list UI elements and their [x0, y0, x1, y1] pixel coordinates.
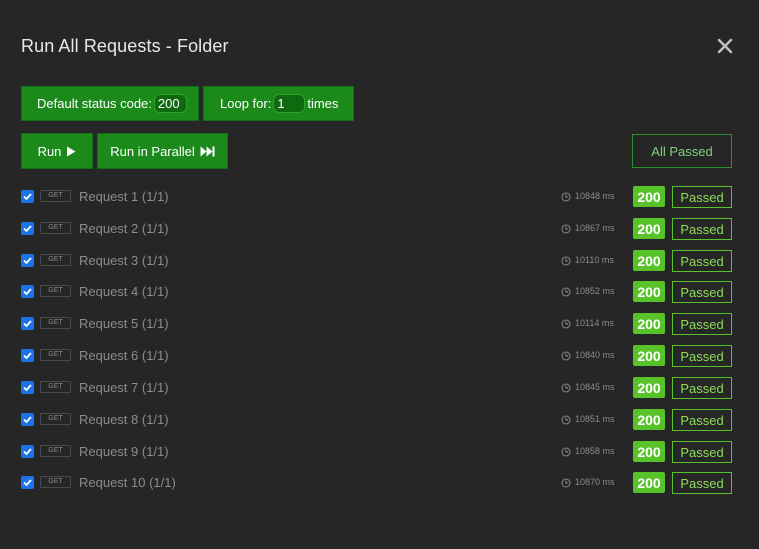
request-checkbox[interactable]	[21, 254, 34, 267]
request-checkbox[interactable]	[21, 445, 34, 458]
clock-icon	[561, 256, 571, 266]
request-row: GET Request 3 (1/1) 10110 ms 200 Passed	[0, 249, 759, 273]
method-badge: GET	[40, 222, 71, 234]
run-button[interactable]: Run	[21, 133, 93, 169]
response-time: 10852 ms	[575, 286, 615, 296]
status-code-badge: 200	[633, 472, 665, 493]
fast-forward-icon	[200, 146, 215, 156]
result-badge: Passed	[672, 441, 732, 463]
request-checkbox[interactable]	[21, 222, 34, 235]
clock-icon	[561, 287, 571, 297]
method-badge: GET	[40, 413, 71, 425]
status-code-badge: 200	[633, 250, 665, 271]
request-checkbox[interactable]	[21, 317, 34, 330]
status-code-badge: 200	[633, 377, 665, 398]
response-time: 10870 ms	[575, 477, 615, 487]
dialog-title: Run All Requests - Folder	[21, 36, 229, 56]
response-time: 10867 ms	[575, 223, 615, 233]
loop-count-input[interactable]	[273, 94, 306, 113]
loop-control: Loop for: times	[203, 86, 354, 121]
request-row: GET Request 7 (1/1) 10845 ms 200 Passed	[0, 376, 759, 400]
request-checkbox[interactable]	[21, 381, 34, 394]
clock-icon	[561, 383, 571, 393]
request-row: GET Request 2 (1/1) 10867 ms 200 Passed	[0, 217, 759, 241]
request-checkbox[interactable]	[21, 349, 34, 362]
method-badge: GET	[40, 445, 71, 457]
method-badge: GET	[40, 476, 71, 488]
status-code-badge: 200	[633, 313, 665, 334]
request-row: GET Request 8 (1/1) 10851 ms 200 Passed	[0, 408, 759, 432]
request-checkbox[interactable]	[21, 285, 34, 298]
response-time: 10848 ms	[575, 191, 615, 201]
close-icon[interactable]	[716, 37, 734, 55]
clock-icon	[561, 351, 571, 361]
request-row: GET Request 9 (1/1) 10858 ms 200 Passed	[0, 440, 759, 464]
request-name[interactable]: Request 9 (1/1)	[79, 444, 169, 459]
loop-suffix: times	[307, 96, 339, 111]
result-badge: Passed	[672, 409, 732, 431]
clock-icon	[561, 319, 571, 329]
status-code-badge: 200	[633, 218, 665, 239]
request-name[interactable]: Request 1 (1/1)	[79, 189, 169, 204]
request-checkbox[interactable]	[21, 476, 34, 489]
request-name[interactable]: Request 3 (1/1)	[79, 253, 169, 268]
request-name[interactable]: Request 2 (1/1)	[79, 221, 169, 236]
summary-status: All Passed	[632, 134, 732, 168]
request-row: GET Request 1 (1/1) 10848 ms 200 Passed	[0, 185, 759, 209]
response-time: 10851 ms	[575, 414, 615, 424]
status-code-badge: 200	[633, 441, 665, 462]
status-code-badge: 200	[633, 281, 665, 302]
clock-icon	[561, 415, 571, 425]
default-status-code-control: Default status code:	[21, 86, 199, 121]
status-code-input[interactable]	[153, 94, 187, 113]
method-badge: GET	[40, 381, 71, 393]
request-checkbox[interactable]	[21, 190, 34, 203]
clock-icon	[561, 447, 571, 457]
result-badge: Passed	[672, 472, 732, 494]
request-name[interactable]: Request 5 (1/1)	[79, 316, 169, 331]
request-name[interactable]: Request 6 (1/1)	[79, 348, 169, 363]
response-time: 10840 ms	[575, 350, 615, 360]
response-time: 10845 ms	[575, 382, 615, 392]
request-row: GET Request 4 (1/1) 10852 ms 200 Passed	[0, 280, 759, 304]
method-badge: GET	[40, 317, 71, 329]
run-in-parallel-button[interactable]: Run in Parallel	[97, 133, 228, 169]
request-row: GET Request 6 (1/1) 10840 ms 200 Passed	[0, 344, 759, 368]
request-row: GET Request 10 (1/1) 10870 ms 200 Passed	[0, 471, 759, 495]
request-row: GET Request 5 (1/1) 10114 ms 200 Passed	[0, 312, 759, 336]
method-badge: GET	[40, 349, 71, 361]
play-icon	[67, 146, 76, 156]
run-in-parallel-label: Run in Parallel	[110, 143, 195, 159]
result-badge: Passed	[672, 377, 732, 399]
clock-icon	[561, 224, 571, 234]
response-time: 10110 ms	[575, 255, 614, 265]
request-name[interactable]: Request 8 (1/1)	[79, 412, 169, 427]
clock-icon	[561, 478, 571, 488]
run-label: Run	[37, 143, 62, 159]
method-badge: GET	[40, 190, 71, 202]
status-code-badge: 200	[633, 345, 665, 366]
status-code-badge: 200	[633, 186, 665, 207]
request-name[interactable]: Request 7 (1/1)	[79, 380, 169, 395]
status-code-badge: 200	[633, 409, 665, 430]
default-status-code-label: Default status code:	[37, 96, 152, 111]
method-badge: GET	[40, 285, 71, 297]
method-badge: GET	[40, 254, 71, 266]
result-badge: Passed	[672, 345, 732, 367]
result-badge: Passed	[672, 218, 732, 240]
result-badge: Passed	[672, 250, 732, 272]
response-time: 10858 ms	[575, 446, 615, 456]
result-badge: Passed	[672, 186, 732, 208]
request-name[interactable]: Request 10 (1/1)	[79, 475, 176, 490]
result-badge: Passed	[672, 281, 732, 303]
loop-label: Loop for:	[220, 96, 272, 111]
clock-icon	[561, 192, 571, 202]
request-name[interactable]: Request 4 (1/1)	[79, 284, 169, 299]
response-time: 10114 ms	[575, 318, 614, 328]
result-badge: Passed	[672, 313, 732, 335]
request-checkbox[interactable]	[21, 413, 34, 426]
